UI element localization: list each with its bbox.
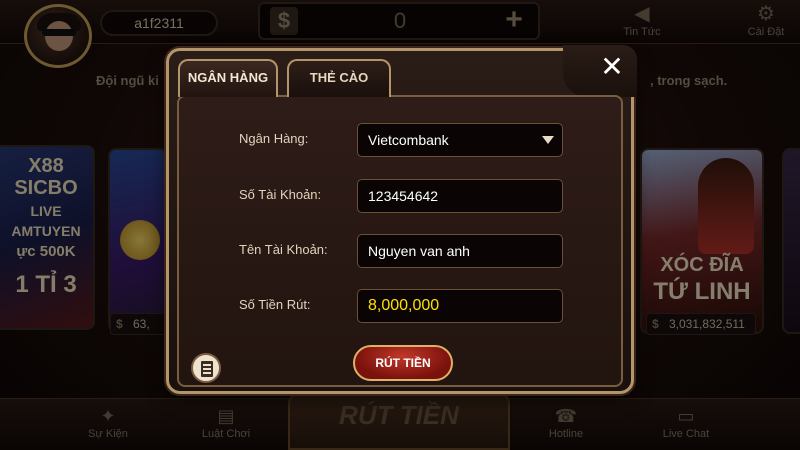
- bank-select[interactable]: Vietcombank: [357, 123, 563, 157]
- close-icon[interactable]: ✕: [597, 53, 627, 83]
- account-number-label: Số Tài Khoản:: [239, 187, 322, 202]
- account-name-label: Tên Tài Khoản:: [239, 242, 328, 257]
- amount-label: Số Tiền Rút:: [239, 297, 311, 312]
- account-name-field[interactable]: Nguyen van anh: [357, 234, 563, 268]
- document-icon: [201, 361, 213, 377]
- account-name-row: Tên Tài Khoản: Nguyen van anh: [179, 234, 625, 268]
- bank-select-value: Vietcombank: [368, 132, 449, 148]
- amount-field[interactable]: 8,000,000: [357, 289, 563, 323]
- bank-label: Ngân Hàng:: [239, 131, 309, 146]
- account-number-field[interactable]: 123454642: [357, 179, 563, 213]
- close-corner: ✕: [563, 45, 637, 97]
- tab-bank[interactable]: NGÂN HÀNG: [178, 59, 278, 97]
- chevron-down-icon: [542, 136, 554, 144]
- tab-scratch-card[interactable]: THẺ CÀO: [287, 59, 391, 97]
- bank-row: Ngân Hàng: Vietcombank: [179, 123, 625, 157]
- amount-row: Số Tiền Rút: 8,000,000: [179, 289, 625, 323]
- withdraw-dialog: NGÂN HÀNG THẺ CÀO ✕ Ngân Hàng: Vietcomba…: [166, 45, 637, 394]
- history-button[interactable]: [191, 353, 221, 383]
- withdraw-button[interactable]: RÚT TIỀN: [353, 345, 453, 381]
- account-number-row: Số Tài Khoản: 123454642: [179, 179, 625, 213]
- withdraw-form-panel: Ngân Hàng: Vietcombank Số Tài Khoản: 123…: [177, 95, 623, 387]
